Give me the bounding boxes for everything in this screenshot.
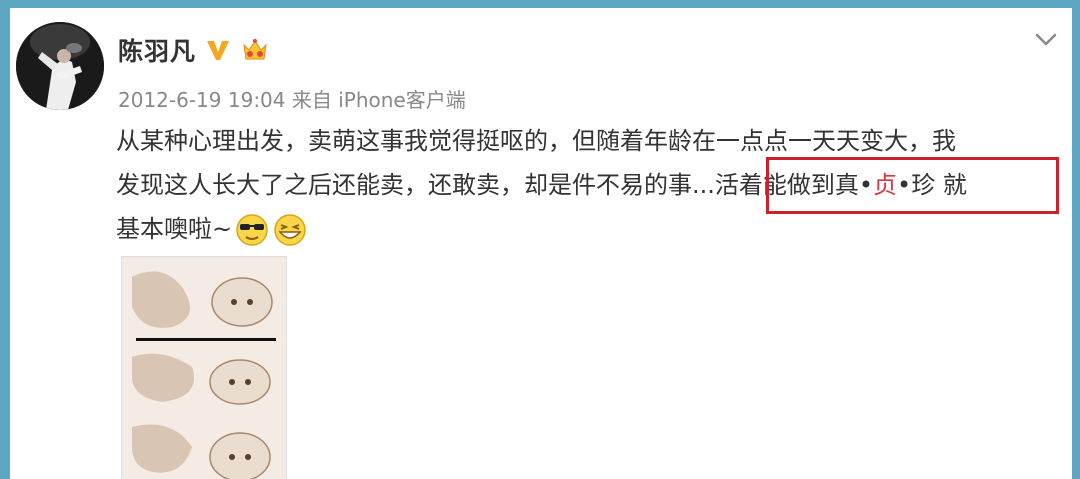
- user-name-row: 陈羽凡: [118, 30, 270, 70]
- laughing-emoji-icon: [272, 212, 308, 248]
- post-line-2-text: 发现这人长大了之后还能卖，还敢卖，却是件不易的事...: [116, 171, 715, 199]
- avatar-image: [16, 22, 104, 110]
- avatar[interactable]: [16, 22, 104, 110]
- post-meta: 2012-6-19 19:04 来自 iPhone客户端: [118, 84, 466, 113]
- highlight-box: [766, 157, 1059, 214]
- weibo-post-card: 陈羽凡 2012-6-19 19:04 来自 iPhone客户端 从某种心理出发…: [10, 8, 1072, 479]
- post-source: 来自 iPhone客户端: [291, 88, 466, 112]
- post-line-3-text: 基本噢啦~: [116, 215, 233, 243]
- chevron-down-icon[interactable]: [1032, 26, 1060, 54]
- post-timestamp[interactable]: 2012-6-19 19:04: [118, 88, 286, 112]
- sunglasses-emoji-icon: [234, 212, 270, 248]
- verified-v-icon[interactable]: [204, 36, 232, 64]
- user-name[interactable]: 陈羽凡: [118, 32, 196, 68]
- crown-member-icon[interactable]: [240, 35, 270, 65]
- post-photo[interactable]: [121, 256, 287, 479]
- comic-strip-image: [122, 257, 286, 479]
